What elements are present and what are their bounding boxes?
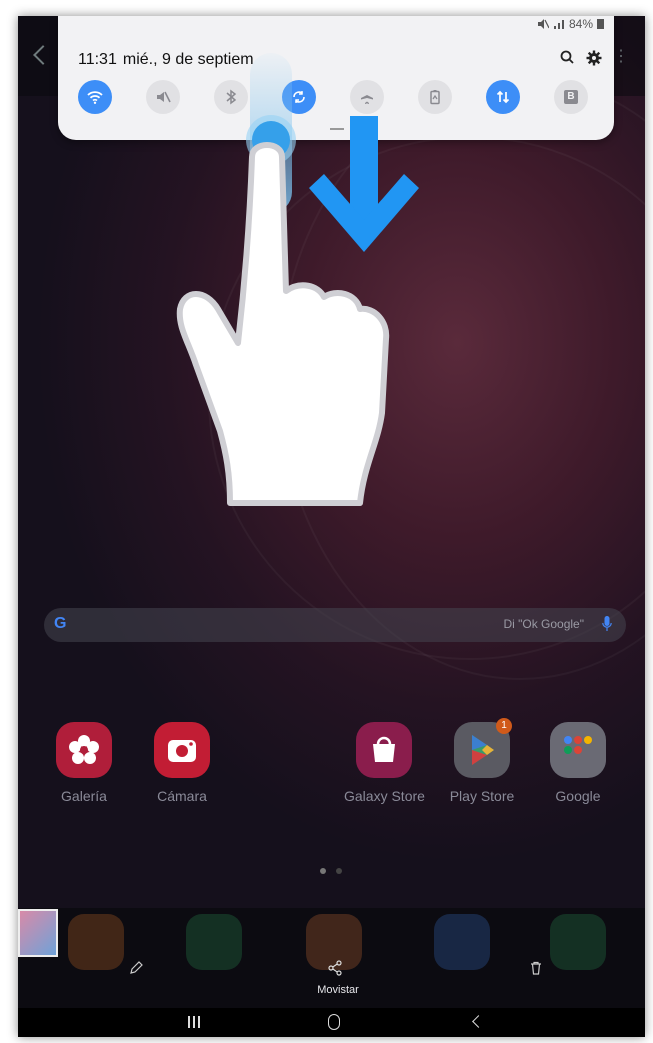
google-search-bar[interactable]: G Di "Ok Google" bbox=[44, 608, 626, 642]
page-dot-active bbox=[320, 868, 326, 874]
dock-app-icon[interactable] bbox=[434, 914, 490, 970]
dock-app-icon[interactable] bbox=[68, 914, 124, 970]
home-icon[interactable] bbox=[328, 1014, 340, 1030]
mic-icon[interactable] bbox=[602, 616, 612, 632]
screenshot-thumbnail[interactable] bbox=[18, 909, 58, 957]
trash-icon[interactable] bbox=[528, 960, 544, 976]
app-label: Play Store bbox=[449, 788, 515, 804]
edit-pencil-icon[interactable] bbox=[128, 960, 144, 976]
notification-badge: 1 bbox=[496, 718, 512, 734]
camera-icon bbox=[154, 722, 210, 778]
galaxy-store-icon bbox=[356, 722, 412, 778]
app-galeria[interactable]: Galería bbox=[44, 722, 124, 804]
app-play-store[interactable]: 1 Play Store bbox=[442, 718, 522, 804]
dock-app-icon[interactable] bbox=[550, 914, 606, 970]
app-label: Galería bbox=[61, 788, 107, 804]
mobile-data-toggle[interactable] bbox=[486, 80, 520, 114]
navigation-bar bbox=[18, 1008, 645, 1037]
app-label: Google bbox=[555, 788, 601, 804]
data-transfer-icon bbox=[496, 90, 510, 104]
gear-icon[interactable] bbox=[586, 50, 602, 66]
wifi-icon bbox=[87, 91, 103, 104]
power-saving-toggle[interactable] bbox=[418, 80, 452, 114]
app-label: Galaxy Store bbox=[344, 788, 425, 804]
app-galaxy-store[interactable]: Galaxy Store bbox=[344, 722, 425, 804]
wifi-toggle[interactable] bbox=[78, 80, 112, 114]
clock-time: 11:31 bbox=[78, 51, 117, 68]
tablet-screen: ⋮ 84% 11:31 mié., 9 de septiem B G Di "O… bbox=[18, 16, 645, 1037]
battery-icon bbox=[597, 19, 604, 29]
gallery-icon bbox=[56, 722, 112, 778]
search-icon[interactable] bbox=[560, 50, 574, 64]
swipe-down-arrow-icon bbox=[309, 116, 419, 252]
signal-icon bbox=[553, 20, 564, 29]
mute-status-icon bbox=[537, 19, 549, 29]
app-google-folder[interactable]: Google bbox=[538, 722, 618, 804]
status-icons: 84% bbox=[537, 17, 604, 31]
b-letter-icon: B bbox=[564, 90, 578, 104]
app-camara[interactable]: Cámara bbox=[142, 722, 222, 804]
carrier-label: Movistar bbox=[317, 984, 359, 996]
battery-level: 84% bbox=[568, 17, 593, 31]
google-logo-icon: G bbox=[54, 615, 67, 632]
battery-saver-icon bbox=[430, 90, 440, 105]
recent-apps-icon[interactable] bbox=[188, 1016, 202, 1028]
app-label: Cámara bbox=[157, 788, 207, 804]
dock-app-icon[interactable] bbox=[186, 914, 242, 970]
back-icon[interactable] bbox=[472, 1015, 485, 1028]
more-options-icon: ⋮ bbox=[613, 48, 629, 65]
page-dot bbox=[336, 868, 342, 874]
page-indicator[interactable] bbox=[320, 868, 342, 874]
back-chevron-icon bbox=[33, 45, 53, 65]
b-toggle[interactable]: B bbox=[554, 80, 588, 114]
screenshot-frame: ⋮ 84% 11:31 mié., 9 de septiem B G Di "O… bbox=[0, 0, 653, 1043]
google-folder-icon bbox=[550, 722, 606, 778]
ok-google-hint: Di "Ok Google" bbox=[503, 617, 584, 631]
share-icon[interactable] bbox=[327, 960, 343, 976]
play-store-icon: 1 bbox=[454, 718, 512, 778]
